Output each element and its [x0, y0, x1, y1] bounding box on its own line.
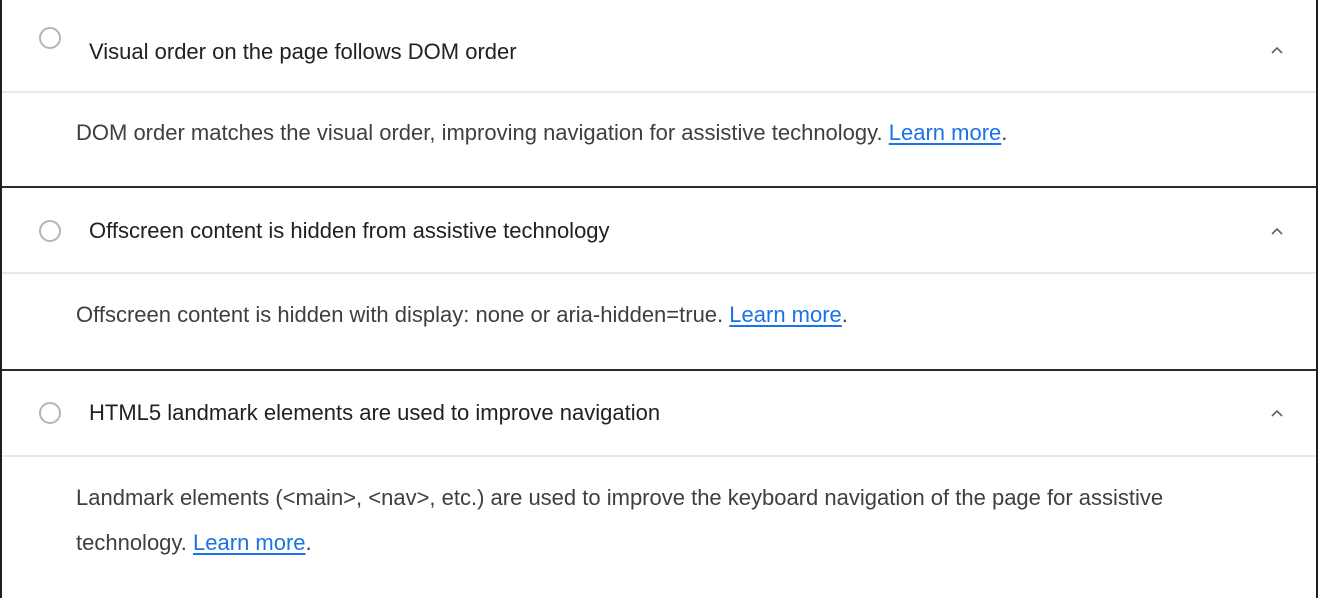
- audit-header[interactable]: Offscreen content is hidden from assisti…: [2, 188, 1316, 274]
- learn-more-link[interactable]: Learn more: [889, 120, 1002, 145]
- audit-title: Visual order on the page follows DOM ord…: [89, 39, 517, 64]
- chevron-up-icon[interactable]: [1268, 404, 1286, 422]
- audit-title: Offscreen content is hidden from assisti…: [89, 218, 610, 243]
- circle-outline-icon: [39, 220, 61, 242]
- audit-description-suffix: .: [841, 302, 848, 327]
- circle-outline-icon: [39, 27, 61, 49]
- audit-title: HTML5 landmark elements are used to impr…: [89, 400, 661, 425]
- audit-description-suffix: .: [1001, 120, 1008, 145]
- audit-item-visual-order: Visual order on the page follows DOM ord…: [2, 0, 1316, 186]
- chevron-up-icon-svg: [1271, 409, 1283, 417]
- circle-outline-icon: [39, 402, 61, 424]
- audit-panel: Visual order on the page follows DOM ord…: [0, 0, 1318, 598]
- audit-header[interactable]: HTML5 landmark elements are used to impr…: [2, 371, 1316, 457]
- learn-more-link[interactable]: Learn more: [193, 530, 306, 555]
- chevron-up-icon-svg: [1271, 227, 1283, 235]
- audit-description: Offscreen content is hidden with display…: [76, 292, 1270, 337]
- audit-description: DOM order matches the visual order, impr…: [76, 110, 1270, 155]
- audit-description-text: DOM order matches the visual order, impr…: [76, 120, 883, 145]
- chevron-up-icon[interactable]: [1268, 41, 1286, 59]
- audit-description: Landmark elements (<main>, <nav>, etc.) …: [76, 475, 1270, 565]
- chevron-up-icon-svg: [1271, 46, 1283, 54]
- chevron-up-icon[interactable]: [1268, 222, 1286, 240]
- learn-more-link[interactable]: Learn more: [729, 302, 842, 327]
- audit-description-suffix: .: [305, 530, 312, 555]
- audit-header[interactable]: Visual order on the page follows DOM ord…: [2, 0, 1316, 93]
- audit-item-html5-landmarks: HTML5 landmark elements are used to impr…: [2, 371, 1316, 598]
- audit-item-offscreen-content: Offscreen content is hidden from assisti…: [2, 188, 1316, 371]
- audit-description-text: Offscreen content is hidden with display…: [76, 302, 724, 327]
